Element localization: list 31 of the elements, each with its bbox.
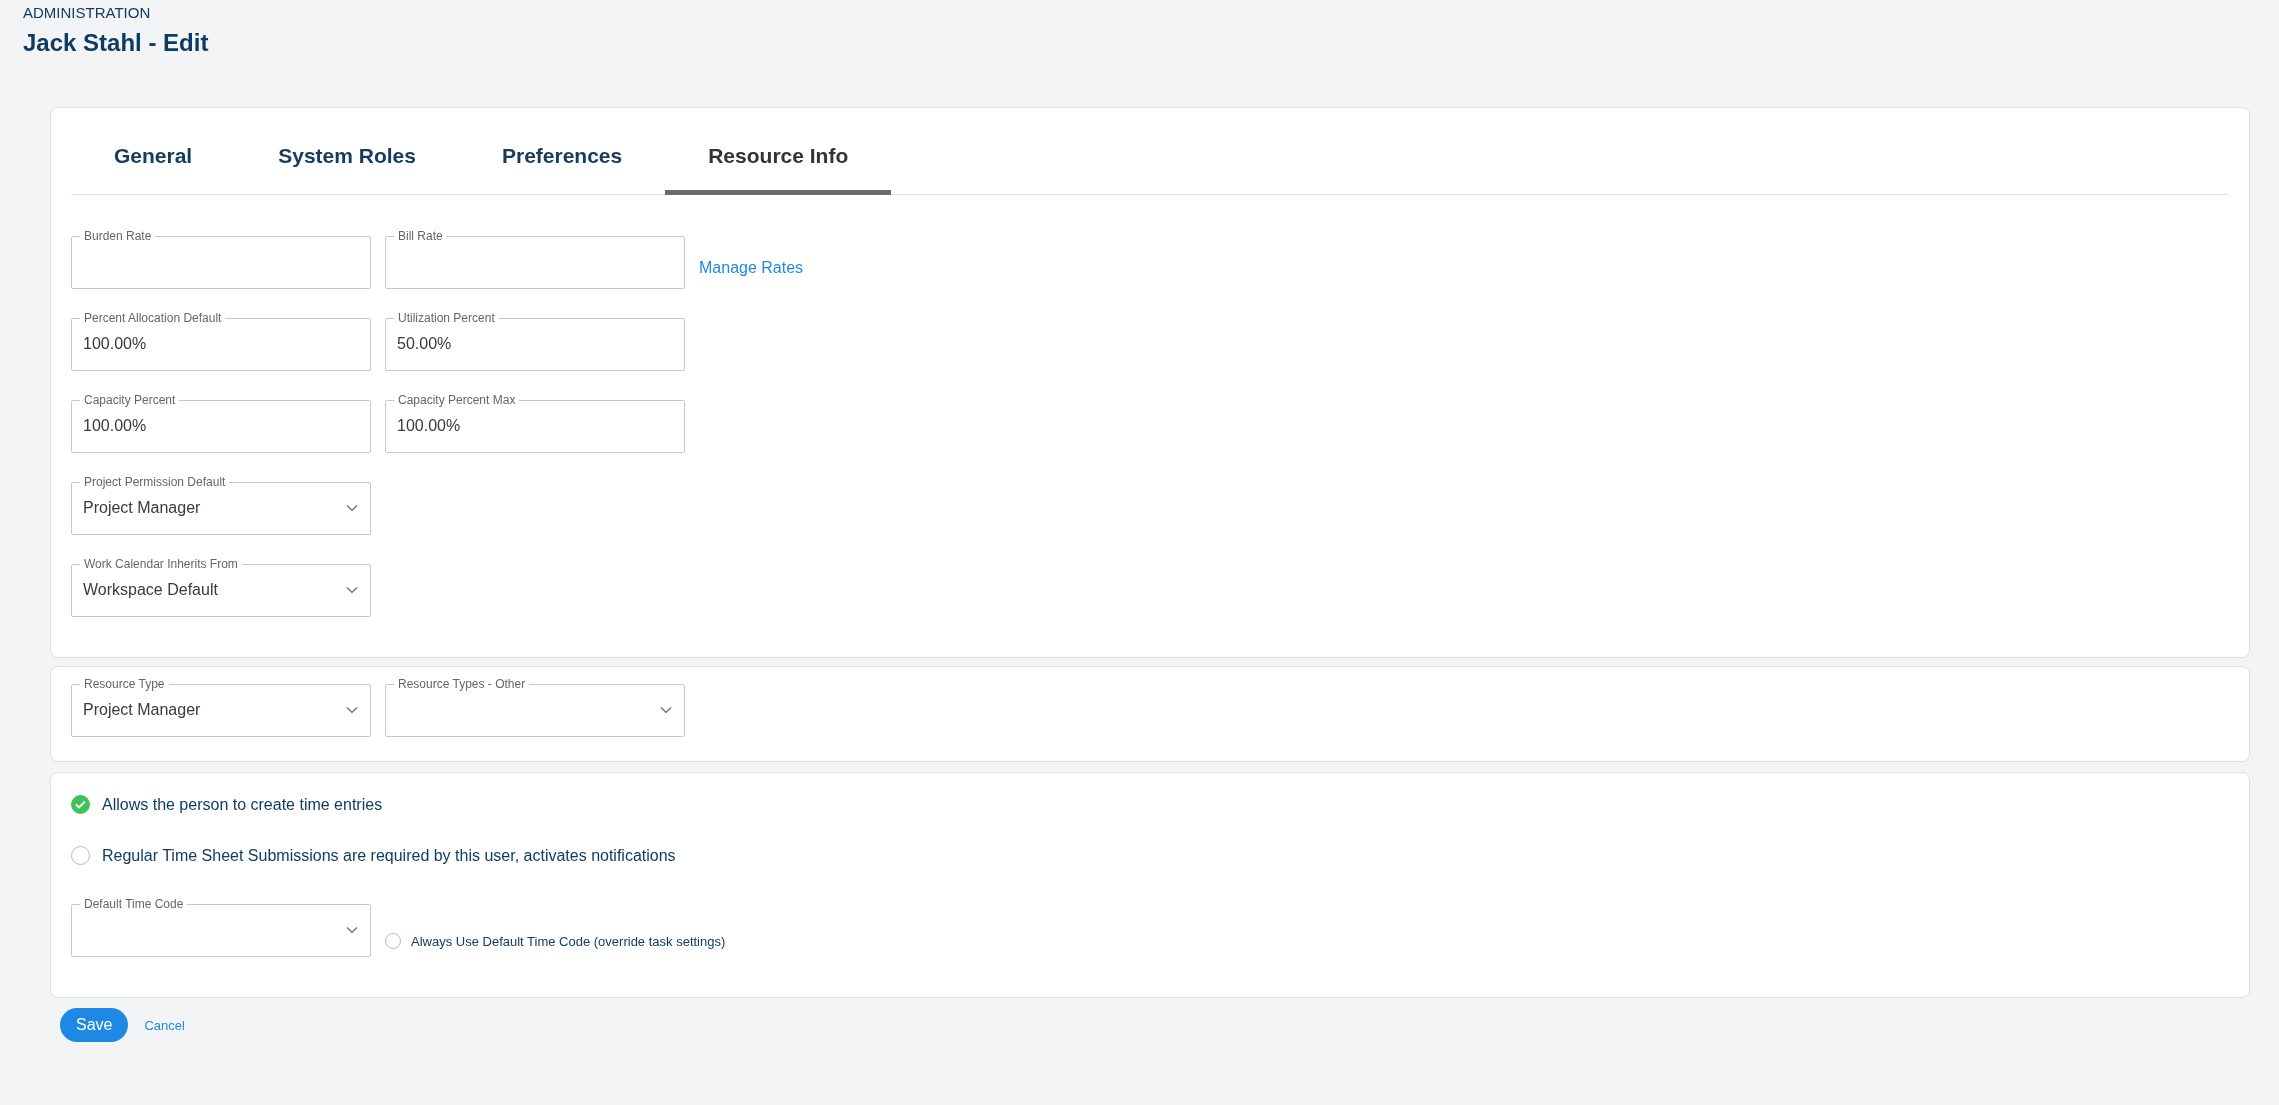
checkbox[interactable] xyxy=(71,846,90,865)
option-label: Allows the person to create time entries xyxy=(102,795,383,814)
tab[interactable]: System Roles xyxy=(235,128,459,195)
input-field[interactable]: Utilization Percent 50.00% xyxy=(385,311,685,371)
radio-button[interactable] xyxy=(385,933,401,949)
option-label: Always Use Default Time Code (override task settings) xyxy=(411,933,726,949)
input-field[interactable]: Capacity Percent 100.00% xyxy=(71,393,371,453)
dropdown-field[interactable]: Work Calendar Inherits From Workspace Default xyxy=(71,557,371,617)
input-field[interactable]: Percent Allocation Default 100.00% xyxy=(71,311,371,371)
page-title: Jack Stahl - Edit xyxy=(23,29,210,57)
save-button[interactable]: Save xyxy=(60,1008,129,1042)
manage-rates-link[interactable]: Manage Rates xyxy=(699,259,804,276)
tab[interactable]: General xyxy=(71,128,236,195)
input-field[interactable]: Capacity Percent Max 100.00% xyxy=(385,393,685,453)
chevron-down-icon xyxy=(346,925,358,934)
option-label: Regular Time Sheet Submissions are required by this user, activates notifications xyxy=(102,846,676,865)
dropdown-field[interactable]: Resource Types - Other xyxy=(385,677,685,737)
tab[interactable]: Preferences xyxy=(458,128,666,195)
breadcrumb: ADMINISTRATION xyxy=(23,4,152,21)
chevron-down-icon xyxy=(346,503,358,512)
chevron-down-icon xyxy=(346,585,358,594)
dropdown-field[interactable]: Default Time Code xyxy=(71,897,371,957)
dropdown-field[interactable]: Resource Type Project Manager xyxy=(71,677,371,737)
chevron-down-icon xyxy=(346,705,358,714)
checkmark-icon xyxy=(75,800,86,809)
tab[interactable]: Resource Info xyxy=(665,128,892,195)
input-field[interactable]: Burden Rate xyxy=(71,229,371,289)
dropdown-field[interactable]: Project Permission Default Project Manager xyxy=(71,475,371,535)
chevron-down-icon xyxy=(660,705,672,714)
checkbox[interactable] xyxy=(71,795,90,814)
input-field[interactable]: Bill Rate xyxy=(385,229,685,289)
